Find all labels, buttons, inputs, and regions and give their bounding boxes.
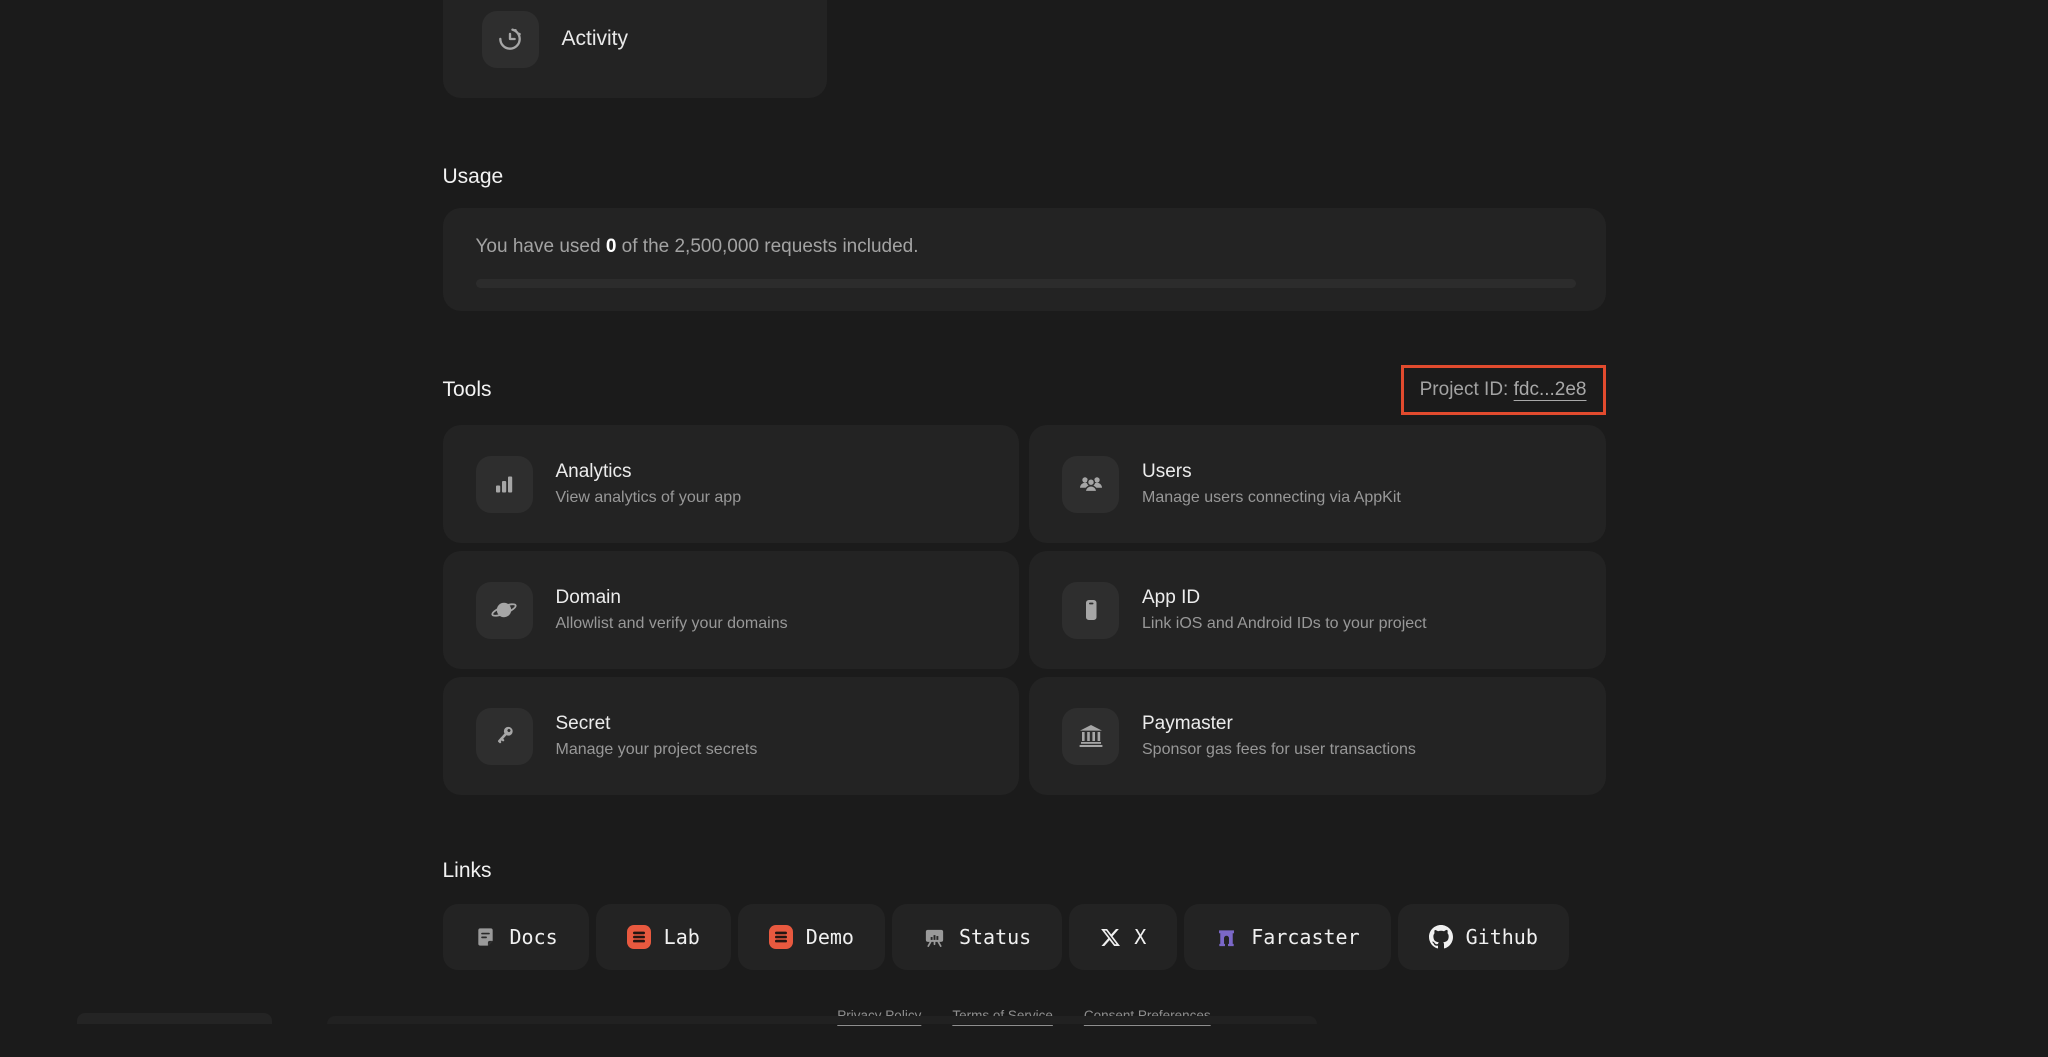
cookie-banner-edge <box>77 1013 272 1024</box>
lab-icon <box>626 925 651 949</box>
links-row: Docs Lab Demo Status X Farcaster Github <box>442 904 1606 970</box>
link-label: Docs <box>509 925 558 949</box>
usage-used-value: 0 <box>605 236 617 257</box>
usage-text: You have used 0 of the 2,500,000 request… <box>475 236 919 257</box>
tool-title: App ID <box>1142 586 1201 608</box>
tool-description: Manage users connecting via AppKit <box>1142 488 1401 506</box>
docs-button[interactable]: Docs <box>442 904 589 970</box>
project-id-label: Project ID: fdc...2e8 <box>1419 379 1587 400</box>
link-label: Github <box>1465 925 1538 949</box>
lab-button[interactable]: Lab <box>595 904 731 970</box>
tool-description: Allowlist and verify your domains <box>555 614 788 632</box>
tool-card-paymaster[interactable]: Paymaster Sponsor gas fees for user tran… <box>1029 677 1606 795</box>
tool-description: View analytics of your app <box>555 488 742 506</box>
link-label: Lab <box>663 925 700 949</box>
tool-card-app-id[interactable]: App ID Link iOS and Android IDs to your … <box>1029 551 1606 669</box>
tool-title: Analytics <box>555 460 632 482</box>
usage-progress-bar <box>475 279 1576 288</box>
x-logo-icon <box>1100 927 1121 948</box>
tool-card-domain[interactable]: Domain Allowlist and verify your domains <box>442 551 1019 669</box>
tool-description: Manage your project secrets <box>555 740 758 758</box>
status-button[interactable]: Status <box>891 904 1063 970</box>
usage-heading: Usage <box>442 165 504 188</box>
key-icon <box>475 707 533 765</box>
tool-description: Sponsor gas fees for user transactions <box>1142 740 1416 758</box>
tool-title: Secret <box>555 712 611 734</box>
links-heading: Links <box>442 859 492 882</box>
project-id-annotation-box: Project ID: fdc...2e8 <box>1400 365 1606 415</box>
tools-heading: Tools <box>442 378 492 401</box>
project-id-value[interactable]: fdc...2e8 <box>1514 379 1587 400</box>
bar-chart-icon <box>475 455 533 513</box>
farcaster-button[interactable]: Farcaster <box>1184 904 1391 970</box>
link-label: Demo <box>805 925 854 949</box>
link-label: X <box>1134 925 1147 949</box>
status-icon <box>923 926 946 949</box>
docs-icon <box>474 926 497 949</box>
github-button[interactable]: Github <box>1397 904 1569 970</box>
main-content: Activity Usage You have used 0 of the 2,… <box>442 0 1606 1023</box>
x-button[interactable]: X <box>1069 904 1178 970</box>
activity-card[interactable]: Activity <box>442 0 827 98</box>
activity-label: Activity <box>561 27 629 50</box>
github-icon <box>1428 925 1453 949</box>
tool-title: Domain <box>555 586 621 608</box>
link-label: Status <box>958 925 1032 949</box>
cookie-banner-edge <box>327 1016 1317 1024</box>
farcaster-icon <box>1215 926 1238 949</box>
demo-button[interactable]: Demo <box>737 904 885 970</box>
users-icon <box>1062 455 1119 513</box>
tools-grid: Analytics View analytics of your app Use… <box>442 425 1606 795</box>
usage-card: You have used 0 of the 2,500,000 request… <box>442 208 1606 311</box>
tool-card-analytics[interactable]: Analytics View analytics of your app <box>442 425 1019 543</box>
clock-icon <box>481 10 539 68</box>
tool-title: Users <box>1142 460 1192 482</box>
phone-icon <box>1062 581 1119 639</box>
bank-icon <box>1062 707 1119 765</box>
tool-title: Paymaster <box>1142 712 1233 734</box>
tool-card-secret[interactable]: Secret Manage your project secrets <box>442 677 1019 795</box>
planet-icon <box>475 581 533 639</box>
link-label: Farcaster <box>1251 925 1360 949</box>
demo-icon <box>768 925 793 949</box>
tool-description: Link iOS and Android IDs to your project <box>1142 614 1427 632</box>
tool-card-users[interactable]: Users Manage users connecting via AppKit <box>1029 425 1606 543</box>
